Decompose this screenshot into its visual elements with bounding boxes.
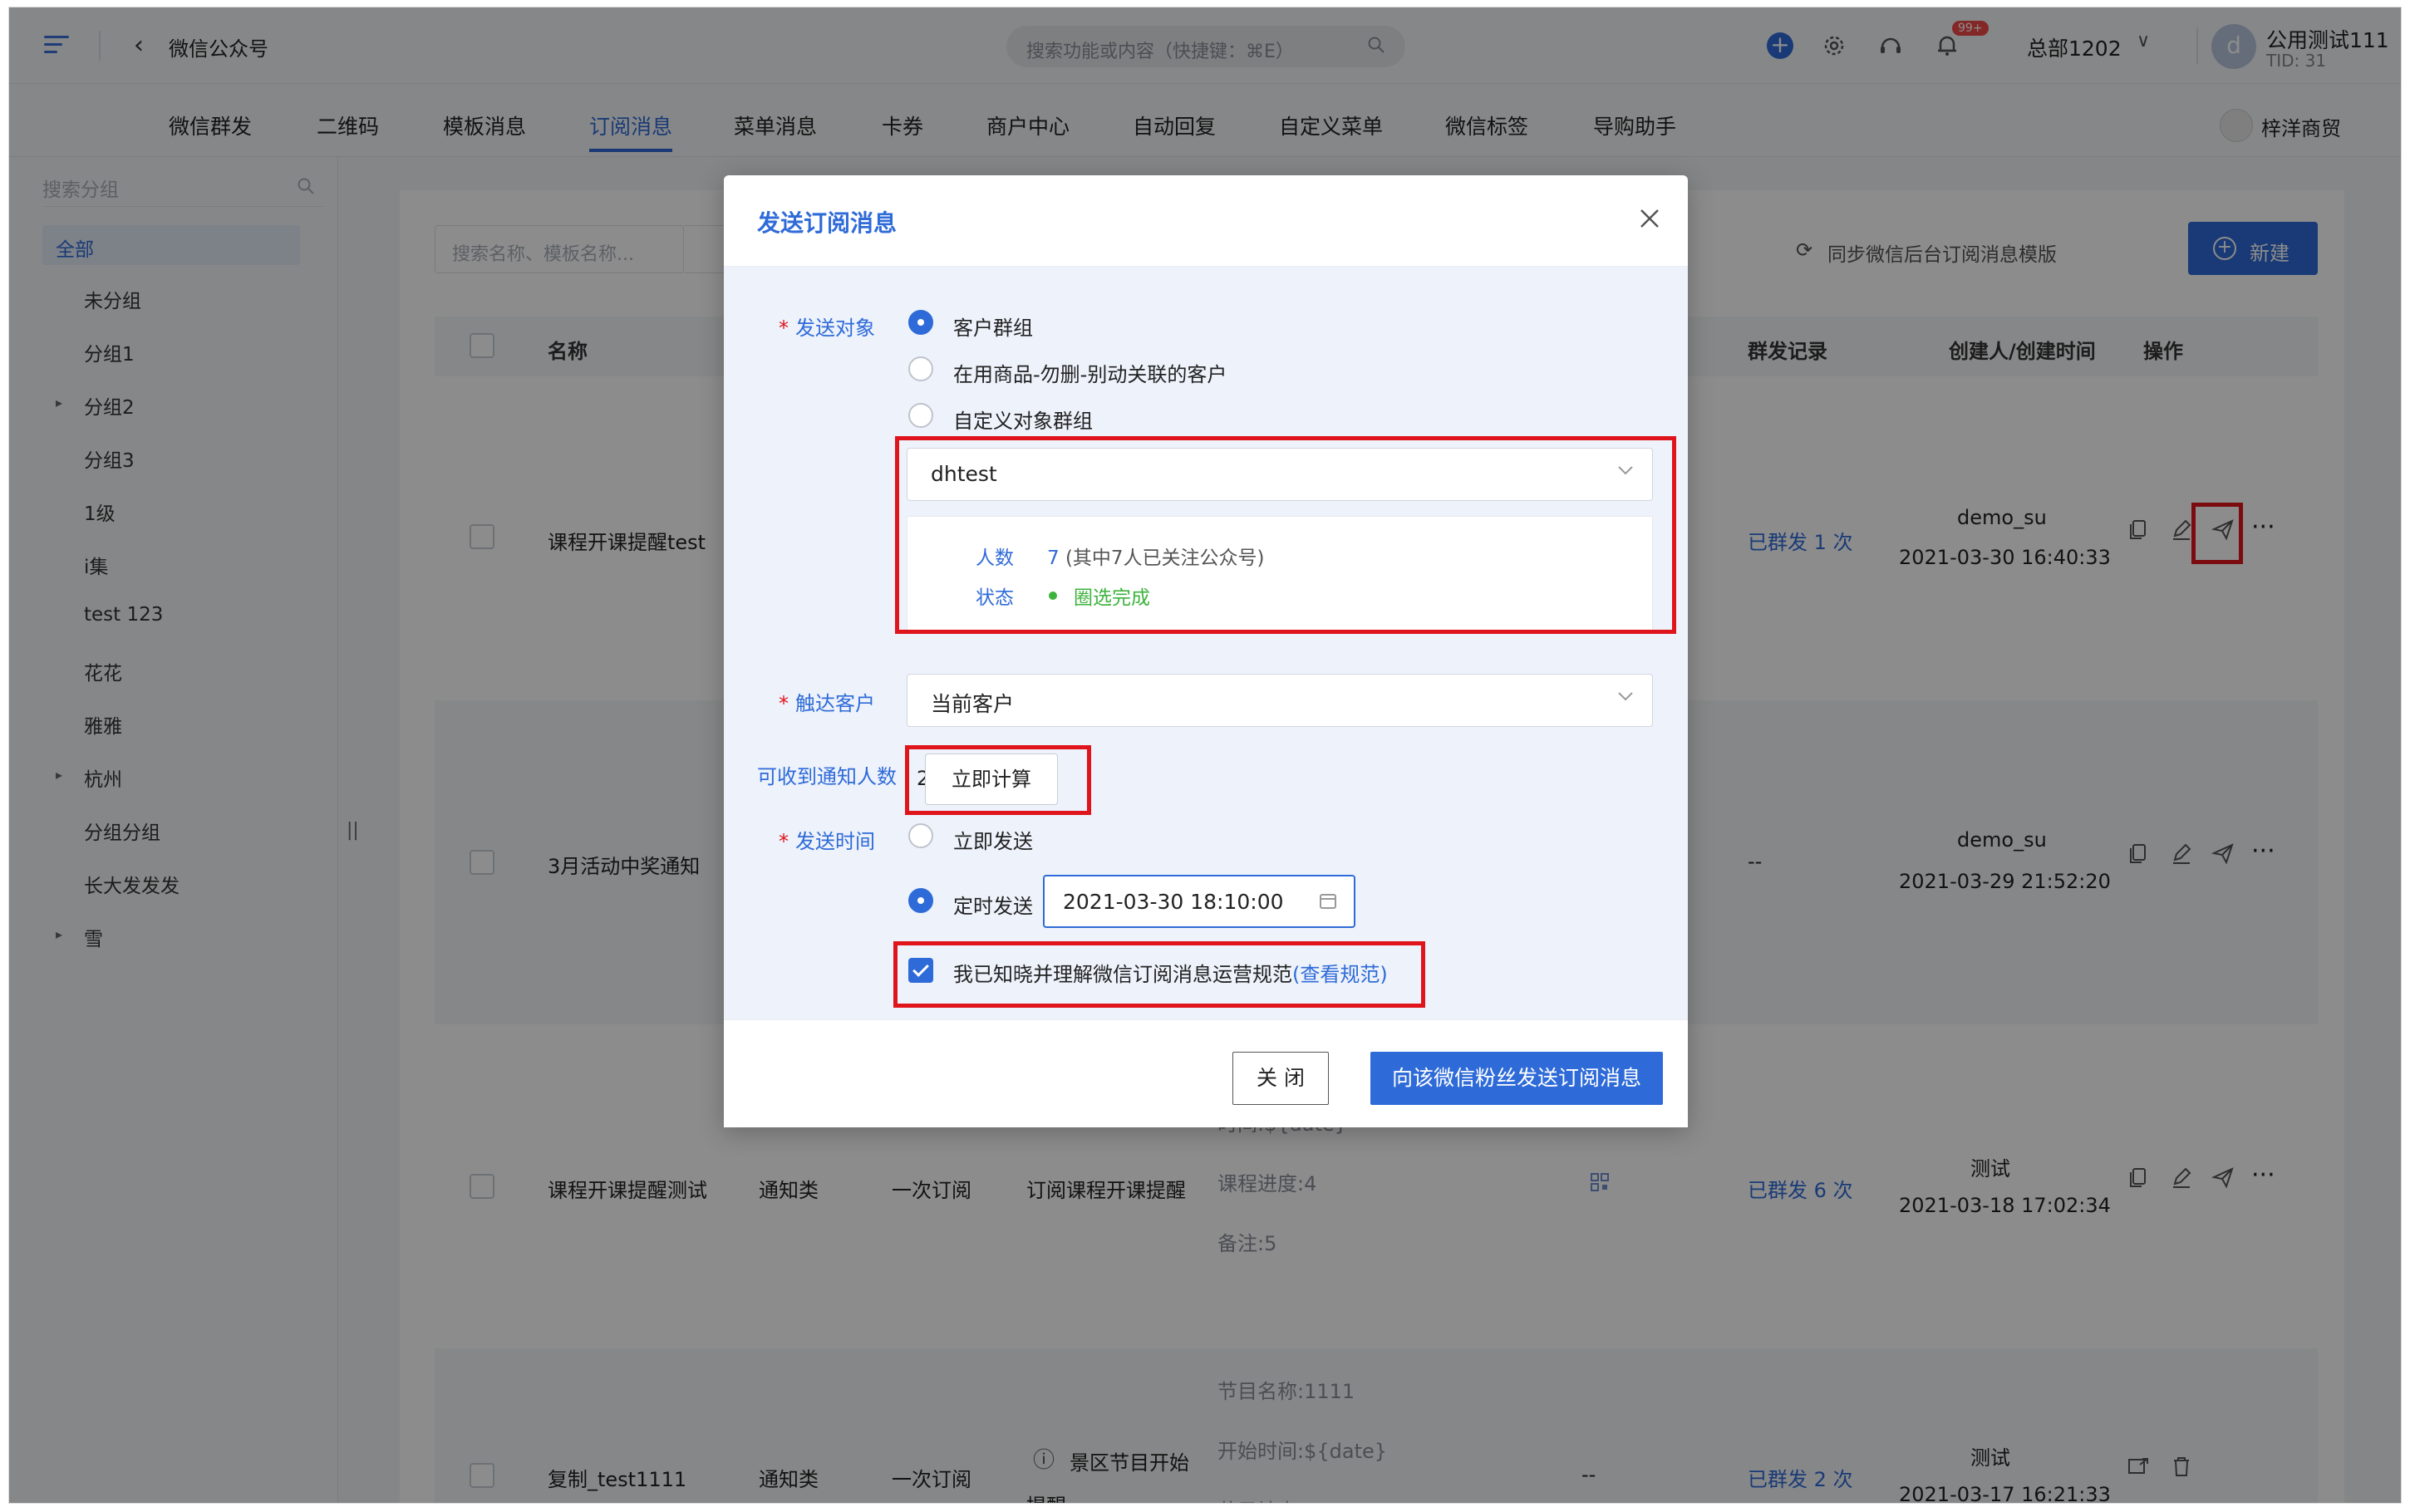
radio-label: 客户群组: [953, 317, 1033, 340]
close-button[interactable]: 关 闭: [1232, 1052, 1329, 1105]
app-window: ‹ 微信公众号 搜索功能或内容（快捷键：⌘E） + 99+ 总部1202 ∨ d…: [8, 7, 2402, 1504]
notify-count-label: 可收到通知人数: [757, 765, 897, 788]
radio-label: 自定义对象群组: [953, 410, 1093, 433]
reach-select[interactable]: 当前客户: [907, 674, 1653, 727]
radio-label: 立即发送: [953, 830, 1033, 853]
schedule-date-input[interactable]: 2021-03-30 18:10:00: [1043, 875, 1355, 928]
dialog-title: 发送订阅消息: [757, 209, 898, 237]
send-subscription-dialog: 发送订阅消息 * 发送对象 客户群组 在用商品-勿删-别动关联的客户 自定义对象群…: [724, 175, 1688, 1127]
send-button[interactable]: 向该微信粉丝发送订阅消息: [1370, 1052, 1663, 1105]
dialog-header: 发送订阅消息: [724, 175, 1688, 267]
calendar-icon: [1320, 894, 1336, 909]
radio-send-now[interactable]: [908, 823, 933, 848]
chevron-down-icon: [1618, 692, 1633, 701]
send-time-label: * 发送时间: [779, 830, 875, 853]
radio-label: 在用商品-勿删-别动关联的客户: [953, 363, 1227, 386]
radio-product-customers[interactable]: [908, 356, 933, 381]
radio-scheduled[interactable]: [908, 888, 933, 913]
highlight-calc-box: [905, 745, 1091, 815]
schedule-date-value: 2021-03-30 18:10:00: [1063, 890, 1284, 914]
target-label: * 发送对象: [779, 317, 875, 340]
close-icon[interactable]: [1636, 205, 1663, 232]
radio-label: 定时发送: [953, 895, 1033, 918]
highlight-agree-box: [893, 941, 1425, 1008]
reach-label: * 触达客户: [779, 692, 875, 715]
highlight-group-box: [895, 436, 1676, 634]
dialog-footer: 关 闭 向该微信粉丝发送订阅消息: [724, 1019, 1688, 1127]
dialog-body: * 发送对象 客户群组 在用商品-勿删-别动关联的客户 自定义对象群组 dhtes…: [724, 267, 1688, 1019]
radio-custom-group[interactable]: [908, 403, 933, 428]
reach-select-value: 当前客户: [931, 692, 1015, 716]
radio-customer-group[interactable]: [908, 310, 933, 335]
